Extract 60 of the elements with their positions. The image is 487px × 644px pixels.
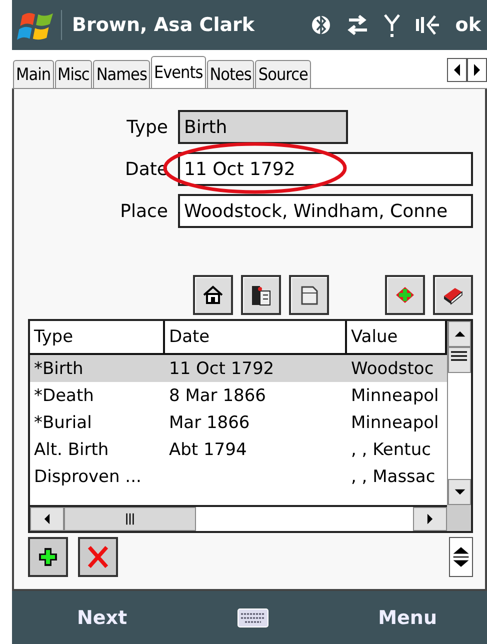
- tab[interactable]: Events: [150, 56, 206, 88]
- ok-button[interactable]: ok: [455, 14, 487, 36]
- tab[interactable]: Notes: [206, 60, 254, 88]
- toolbar-button[interactable]: [433, 275, 473, 315]
- column-header[interactable]: Value: [347, 321, 447, 355]
- scroll-thumb[interactable]: [448, 347, 471, 373]
- table-cell-text: *Burial: [33, 412, 93, 432]
- table-cell-text: *Death: [33, 386, 95, 406]
- tab[interactable]: Misc: [54, 60, 92, 88]
- scrollbar-corner: [447, 505, 471, 531]
- table-cell-text: Minneapol: [350, 412, 440, 432]
- table-row[interactable]: *Burial Mar 1866 Minneapol: [30, 409, 447, 436]
- field-label: Type: [126, 116, 169, 138]
- spin-button[interactable]: [449, 537, 473, 577]
- delete-button[interactable]: [78, 537, 118, 577]
- scroll-left-button[interactable]: [447, 58, 467, 82]
- table-cell-text: , , Massac: [350, 466, 436, 486]
- softkey[interactable]: Next: [77, 607, 128, 629]
- column-header[interactable]: Type: [30, 321, 165, 355]
- toolbar-button[interactable]: [241, 275, 281, 315]
- plus-icon: [36, 545, 60, 569]
- toolbar-button[interactable]: [289, 275, 329, 315]
- scroll-left-button[interactable]: [30, 507, 64, 531]
- cabinet-icon: [249, 283, 273, 307]
- scroll-down-button[interactable]: [448, 479, 471, 505]
- table-row[interactable]: Alt. Birth Abt 1794 , , Kentuc: [30, 436, 447, 463]
- scroll-thumb[interactable]: [64, 507, 196, 531]
- table-cell-text: Woodstoc: [350, 358, 435, 378]
- table-cell-text: Minneapol: [350, 386, 440, 406]
- table-cell-text: , , Kentuc: [350, 440, 432, 460]
- scroll-right-button[interactable]: [467, 58, 487, 82]
- table-cell-text: 11 Oct 1792: [168, 358, 276, 378]
- table-cell-text: Mar 1866: [168, 412, 251, 432]
- toolbar-button[interactable]: [193, 275, 233, 315]
- softkey[interactable]: Menu: [378, 607, 437, 629]
- keyboard-icon[interactable]: [236, 608, 269, 628]
- tab[interactable]: Source: [255, 60, 311, 88]
- toolbar-button[interactable]: [385, 275, 425, 315]
- antenna-icon[interactable]: [383, 12, 402, 38]
- add-button[interactable]: [28, 537, 68, 577]
- table-cell-text: Disproven ...: [33, 466, 142, 486]
- input-field[interactable]: 11 Oct 1792: [178, 152, 473, 186]
- scroll-right-button[interactable]: [413, 507, 447, 531]
- window-title: Brown, Asa Clark: [72, 14, 256, 36]
- input-field[interactable]: Woodstock, Windham, Conne: [178, 194, 473, 228]
- table-cell-text: Alt. Birth: [33, 440, 110, 460]
- tab[interactable]: Names: [93, 60, 150, 88]
- right-arrow-icon: [471, 62, 483, 78]
- scroll-up-button[interactable]: [448, 321, 471, 347]
- field-label: Place: [119, 200, 169, 222]
- table-cell-text: 8 Mar 1866: [168, 386, 267, 406]
- table-row[interactable]: *Death 8 Mar 1866 Minneapol: [30, 382, 447, 409]
- house-icon: [201, 283, 225, 307]
- tab[interactable]: Main: [13, 60, 54, 88]
- column-header[interactable]: Date: [165, 321, 347, 355]
- table-cell-text: Abt 1794: [168, 440, 248, 460]
- table-cell-text: *Birth: [33, 358, 84, 378]
- table-row[interactable]: Disproven ... , , Massac: [30, 463, 447, 490]
- connectivity-icon[interactable]: [345, 12, 370, 38]
- table-row[interactable]: *Birth 11 Oct 1792 Woodstoc: [30, 355, 447, 382]
